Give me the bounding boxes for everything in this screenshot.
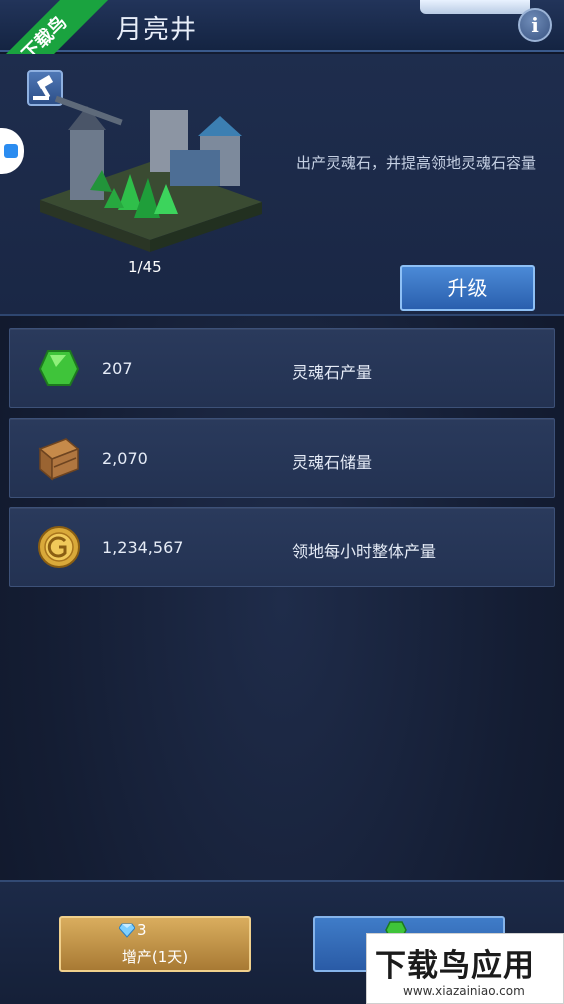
side-tab-icon bbox=[4, 144, 18, 158]
stat-value: 207 bbox=[102, 359, 133, 378]
stat-row-territory-output: 1,234,567 领地每小时整体产量 bbox=[9, 507, 555, 587]
stat-label: 领地每小时整体产量 bbox=[292, 542, 437, 561]
watermark-brand-logo: 下载鸟应用 www.xiazainiao.com bbox=[366, 933, 564, 1004]
stat-row-production: 207 灵魂石产量 bbox=[9, 328, 555, 408]
gold-coin-icon bbox=[38, 526, 80, 568]
diamond-icon bbox=[119, 923, 135, 938]
boost-cost: 3 bbox=[137, 921, 147, 939]
boost-production-button[interactable]: 3 增产(1天) bbox=[59, 916, 251, 972]
brand-url: www.xiazainiao.com bbox=[403, 984, 525, 998]
stat-label: 灵魂石储量 bbox=[292, 453, 373, 472]
stat-label: 灵魂石产量 bbox=[292, 363, 373, 382]
wooden-crate-icon bbox=[38, 438, 80, 481]
snow-decoration bbox=[420, 0, 530, 14]
page-title: 月亮井 bbox=[116, 15, 198, 45]
building-description: 出产灵魂石，并提高领地灵魂石容量 bbox=[296, 154, 537, 172]
green-gem-icon bbox=[38, 350, 80, 386]
info-button[interactable]: i bbox=[518, 8, 552, 42]
upgrade-button[interactable]: 升级 bbox=[400, 265, 535, 311]
stat-value: 1,234,567 bbox=[102, 538, 184, 557]
brand-main-text: 下载鸟应用 bbox=[375, 948, 535, 984]
building-level: 1/45 bbox=[128, 258, 162, 276]
stat-value: 2,070 bbox=[102, 449, 148, 468]
boost-label: 增产(1天) bbox=[121, 948, 189, 966]
moon-well-building-image bbox=[40, 95, 262, 252]
stat-row-storage: 2,070 灵魂石储量 bbox=[9, 418, 555, 498]
